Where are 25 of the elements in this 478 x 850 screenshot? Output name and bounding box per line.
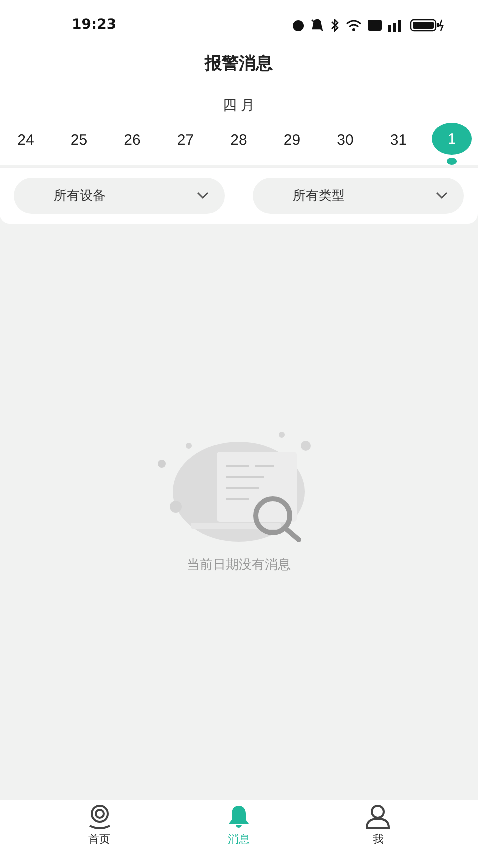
filter-dropdown[interactable]: 所有设备 [14,178,225,214]
chevron-down-icon [436,192,448,200]
bluetooth-icon [330,18,340,32]
eye-icon [86,804,113,830]
date-item[interactable]: 24 [6,123,46,165]
month-label: 四 月 [222,97,256,115]
date-item[interactable]: 30 [326,123,366,165]
muted-bell-icon [311,18,324,32]
date-item[interactable]: 31 [378,123,419,165]
person-icon [365,804,392,830]
nav-tab[interactable]: 我 [348,804,408,846]
empty-message: 当前日期没有消息 [187,557,291,574]
date-item[interactable]: 25 [59,123,100,165]
filter-dropdown[interactable]: 所有类型 [253,178,464,214]
date-item[interactable]: 28 [219,123,259,165]
nav-tab[interactable]: 首页 [70,804,130,846]
date-item[interactable]: 29 [272,123,312,165]
page-title: 报警消息 [205,53,273,75]
date-item[interactable]: 27 [166,123,206,165]
date-item[interactable]: 26 [112,123,152,165]
battery-icon [410,18,444,32]
status-time: 19:23 [72,17,117,33]
chevron-down-icon [197,192,209,200]
signal-icon [388,18,404,32]
wifi-icon [346,18,362,32]
